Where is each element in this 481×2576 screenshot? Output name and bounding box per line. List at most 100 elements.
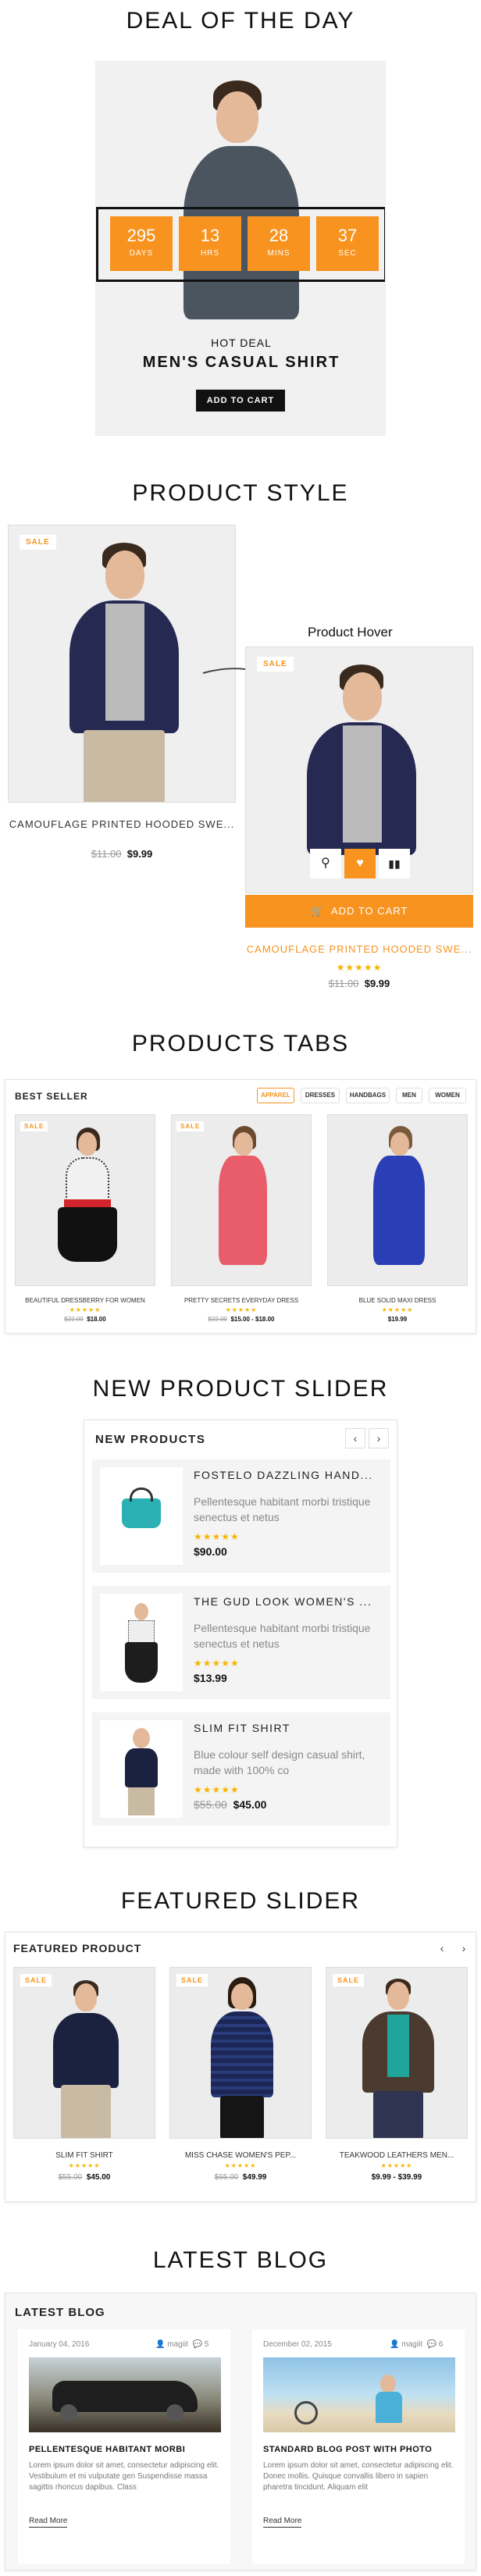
tab-women[interactable]: WOMEN xyxy=(429,1088,466,1103)
countdown-days-label: DAYS xyxy=(129,249,154,258)
heart-icon: ♥ xyxy=(356,857,364,870)
featured-block: FEATURED PRODUCT ‹ › SALE SLIM FIT SHIRT… xyxy=(5,1932,476,2202)
featured-name-2[interactable]: MISS CHASE WOMEN'S PEP... xyxy=(169,2151,312,2160)
tab-product-name-3[interactable]: BLUE SOLID MAXI DRESS xyxy=(327,1297,468,1304)
tab-apparel[interactable]: APPAREL xyxy=(257,1088,294,1103)
blog-author-name-2: magiit xyxy=(401,2340,422,2349)
blog-date-2: December 02, 2015 xyxy=(263,2340,332,2349)
blog-image-1[interactable] xyxy=(29,2357,221,2432)
featured-image-3[interactable]: SALE xyxy=(326,1967,468,2139)
blog-read-more-2[interactable]: Read More xyxy=(263,2517,302,2528)
tab-dresses[interactable]: DRESSES xyxy=(301,1088,340,1103)
tab-product-prices-2: $22.00 $15.00 - $18.00 xyxy=(171,1316,312,1323)
tab-product-image-2[interactable]: SALE xyxy=(171,1114,312,1286)
chevron-right-icon: › xyxy=(376,1432,381,1445)
tab-product-badge-2: SALE xyxy=(176,1121,205,1131)
products-tabs-section-title: PRODUCTS TABS xyxy=(131,1031,350,1056)
featured-old-price-2: $65.00 xyxy=(214,2173,239,2182)
hover-sale-badge: SALE xyxy=(257,657,294,672)
new-products-block: NEW PRODUCTS ‹ › FOSTELO DAZZLING HAND..… xyxy=(84,1420,397,1847)
product-style-prices: $11.00 $9.99 xyxy=(8,848,236,860)
new-product-price-1: $90.00 xyxy=(194,1545,227,1558)
chevron-left-icon: ‹ xyxy=(440,1942,444,1954)
blog-post-title-2[interactable]: STANDARD BLOG POST WITH PHOTO xyxy=(263,2445,458,2454)
new-products-prev-button[interactable]: ‹ xyxy=(345,1428,365,1448)
new-product-item-2[interactable]: THE GUD LOOK WOMEN'S ... Pellentesque ha… xyxy=(92,1586,390,1699)
new-product-item-1[interactable]: FOSTELO DAZZLING HAND... Pellentesque ha… xyxy=(92,1459,390,1573)
featured-prices-3: $9.99 - $39.99 xyxy=(326,2173,468,2182)
tab-product-price-2: $15.00 - $18.00 xyxy=(230,1316,275,1323)
hover-old-price: $11.00 xyxy=(328,978,359,989)
hover-product-prices: $11.00 $9.99 xyxy=(245,978,473,989)
blog-author-name-1: magiit xyxy=(167,2340,188,2349)
blog-author-2: 👤 magiit 💬 6 xyxy=(390,2340,443,2349)
tab-handbags[interactable]: HANDBAGS xyxy=(346,1088,390,1103)
deal-product-name[interactable]: MEN'S CASUAL SHIRT xyxy=(96,354,385,372)
countdown-days: 295 DAYS xyxy=(110,216,173,271)
countdown-secs-value: 37 xyxy=(337,226,358,245)
chevron-right-icon: › xyxy=(461,1942,466,1954)
tab-product-name-2[interactable]: PRETTY SECRETS EVERYDAY DRESS xyxy=(171,1297,312,1304)
new-product-prices-1: $90.00 xyxy=(194,1545,227,1558)
new-product-price-3: $45.00 xyxy=(233,1798,267,1811)
tab-bar: APPAREL DRESSES HANDBAGS MEN WOMEN xyxy=(254,1088,472,1105)
new-product-item-3[interactable]: SLIM FIT SHIRT Blue colour self design c… xyxy=(92,1712,390,1826)
new-product-name-2[interactable]: THE GUD LOOK WOMEN'S ... xyxy=(194,1595,381,1608)
new-products-title: NEW PRODUCTS xyxy=(95,1433,206,1446)
product-style-image[interactable]: SALE xyxy=(8,525,236,803)
new-product-name-3[interactable]: SLIM FIT SHIRT xyxy=(194,1722,381,1734)
product-hover-label: Product Hover xyxy=(308,625,393,640)
countdown-days-value: 295 xyxy=(126,226,156,245)
featured-name-3[interactable]: TEAKWOOD LEATHERS MEN... xyxy=(326,2151,468,2160)
sale-badge: SALE xyxy=(20,535,56,550)
featured-stars-3: ★★★★★ xyxy=(380,2162,413,2169)
compare-button[interactable]: ▮▮ xyxy=(379,849,410,878)
hover-product-name[interactable]: CAMOUFLAGE PRINTED HOODED SWE... xyxy=(245,943,473,955)
countdown-mins-label: MINS xyxy=(267,249,290,258)
blog-comments-2: 6 xyxy=(438,2340,444,2349)
product-hover-image[interactable]: SALE ⚲ ♥ ▮▮ xyxy=(245,647,473,893)
tab-product-old-price-2: $22.00 xyxy=(208,1316,227,1323)
new-product-stars-1: ★★★★★ xyxy=(194,1531,240,1542)
tab-men[interactable]: MEN xyxy=(396,1088,422,1103)
new-product-prices-2: $13.99 xyxy=(194,1672,227,1684)
tab-product-image-3[interactable] xyxy=(327,1114,468,1286)
featured-stars-2: ★★★★★ xyxy=(224,2162,257,2169)
featured-prev-button[interactable]: ‹ xyxy=(432,1939,452,1959)
featured-price-3: $9.99 - $39.99 xyxy=(371,2173,422,2182)
wishlist-button[interactable]: ♥ xyxy=(344,849,376,878)
countdown-secs: 37 SEC xyxy=(316,216,379,271)
blog-post-title-1[interactable]: PELLENTESQUE HABITANT MORBI xyxy=(29,2445,224,2454)
model-image xyxy=(9,526,235,802)
dress-model-image xyxy=(328,1115,467,1285)
blog-date-1: January 04, 2016 xyxy=(29,2340,90,2349)
tab-product-price-3: $19.99 xyxy=(387,1316,408,1323)
best-seller-block: BEST SELLER APPAREL DRESSES HANDBAGS MEN… xyxy=(5,1079,476,1334)
quick-view-button[interactable]: ⚲ xyxy=(310,849,341,878)
new-product-desc-2: Pellentesque habitant morbi tristique se… xyxy=(194,1622,371,1650)
tab-product-name-1[interactable]: BEAUTIFUL DRESSBERRY FOR WOMEN xyxy=(15,1297,155,1304)
chevron-left-icon: ‹ xyxy=(353,1432,358,1445)
handbag-image xyxy=(100,1467,183,1565)
featured-name-1[interactable]: SLIM FIT SHIRT xyxy=(13,2151,155,2160)
featured-image-2[interactable]: SALE xyxy=(169,1967,312,2139)
featured-price-2: $49.99 xyxy=(242,2173,267,2182)
tab-product-stars-3: ★★★★★ xyxy=(381,1306,414,1313)
featured-image-1[interactable]: SALE xyxy=(13,1967,155,2139)
featured-next-button[interactable]: › xyxy=(454,1939,474,1959)
blog-image-2[interactable] xyxy=(263,2357,455,2432)
tab-product-image-1[interactable]: SALE xyxy=(15,1114,155,1286)
deal-add-to-cart-button[interactable]: ADD TO CART xyxy=(196,390,285,412)
new-product-name-1[interactable]: FOSTELO DAZZLING HAND... xyxy=(194,1469,381,1481)
new-products-next-button[interactable]: › xyxy=(369,1428,389,1448)
countdown-hours-label: HRS xyxy=(200,249,220,258)
featured-stars-1: ★★★★★ xyxy=(68,2162,101,2169)
featured-badge-3: SALE xyxy=(333,1974,365,1986)
top-model-image xyxy=(170,1968,311,2138)
tab-product-old-price-1: $22.00 xyxy=(64,1316,84,1323)
tab-product-stars-1: ★★★★★ xyxy=(69,1306,102,1313)
product-style-name[interactable]: CAMOUFLAGE PRINTED HOODED SWE... xyxy=(8,818,236,830)
hover-add-to-cart-button[interactable]: 🛒 ADD TO CART xyxy=(245,895,473,928)
cart-icon: 🛒 xyxy=(310,905,324,917)
blog-read-more-1[interactable]: Read More xyxy=(29,2517,68,2528)
